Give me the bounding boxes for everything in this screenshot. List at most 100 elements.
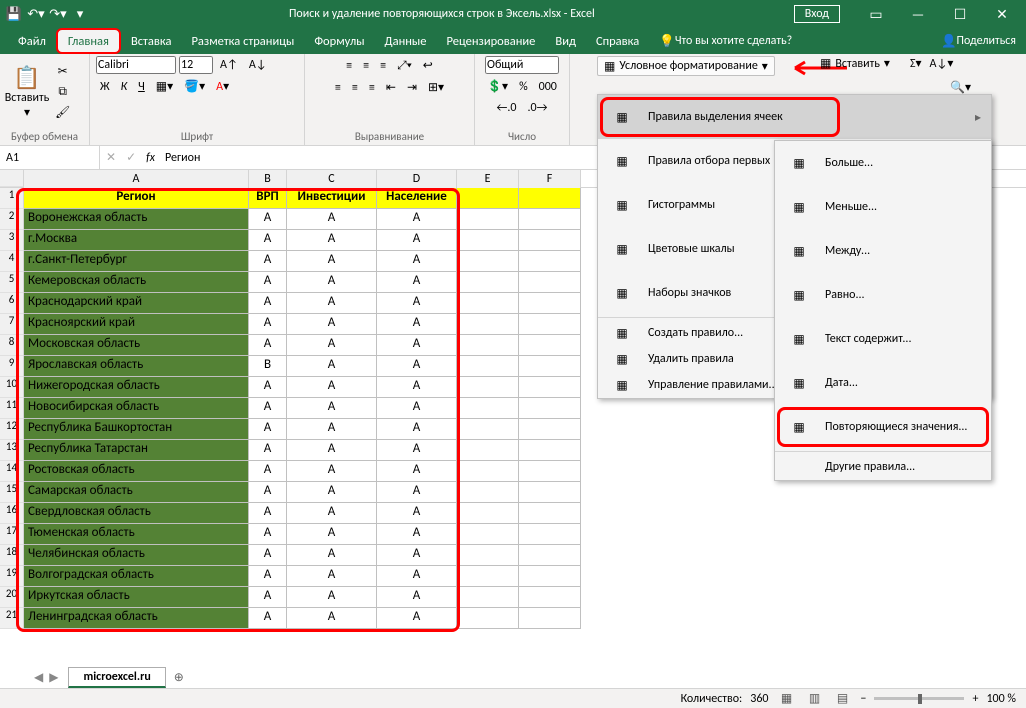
wrap-text-icon[interactable]: ↩ bbox=[419, 56, 437, 75]
share-button[interactable]: 👤 Поделиться bbox=[931, 28, 1026, 54]
borders-icon[interactable]: ▦▾ bbox=[152, 77, 177, 96]
zoom-value[interactable]: 100 % bbox=[986, 692, 1016, 706]
autosum-icon[interactable]: Σ▾ bbox=[910, 56, 922, 71]
menu-highlight-rules[interactable]: ▦ Правила выделения ячеек▸ bbox=[598, 95, 991, 139]
maximize-icon[interactable]: ☐ bbox=[940, 6, 980, 23]
table-cell[interactable]: A bbox=[249, 461, 287, 482]
table-cell[interactable]: A bbox=[377, 314, 457, 335]
table-cell[interactable]: A bbox=[377, 419, 457, 440]
fill-color-icon[interactable]: 🪣▾ bbox=[180, 77, 209, 96]
table-cell[interactable]: Красноярский край bbox=[24, 314, 249, 335]
align-middle-icon[interactable]: ≡ bbox=[359, 57, 373, 75]
table-cell[interactable]: A bbox=[377, 356, 457, 377]
table-cell[interactable]: A bbox=[287, 398, 377, 419]
percent-icon[interactable]: % bbox=[515, 78, 532, 96]
rule-between[interactable]: ▦Между... bbox=[775, 229, 991, 273]
format-painter-icon[interactable]: 🖌 bbox=[51, 103, 74, 122]
merge-icon[interactable]: ⊞▾ bbox=[424, 78, 448, 97]
sheet-tab-active[interactable]: microexcel.ru bbox=[68, 667, 165, 688]
cancel-formula-icon[interactable]: ✕ bbox=[106, 150, 116, 165]
table-cell[interactable]: A bbox=[377, 566, 457, 587]
fx-icon[interactable]: fx bbox=[146, 151, 155, 165]
table-cell[interactable]: A bbox=[377, 272, 457, 293]
font-color-icon[interactable]: A▾ bbox=[212, 77, 233, 96]
table-cell[interactable]: A bbox=[377, 335, 457, 356]
table-cell[interactable]: A bbox=[377, 377, 457, 398]
table-cell[interactable]: Нижегородская область bbox=[24, 377, 249, 398]
table-cell[interactable]: Республика Башкортостан bbox=[24, 419, 249, 440]
table-cell[interactable]: Республика Татарстан bbox=[24, 440, 249, 461]
table-cell[interactable]: A bbox=[287, 587, 377, 608]
name-box[interactable]: A1 bbox=[0, 146, 100, 169]
table-cell[interactable]: A bbox=[377, 209, 457, 230]
view-normal-icon[interactable]: ▦ bbox=[776, 691, 796, 706]
table-cell[interactable]: A bbox=[377, 293, 457, 314]
enter-formula-icon[interactable]: ✓ bbox=[126, 150, 136, 165]
tab-layout[interactable]: Разметка страницы bbox=[181, 28, 304, 54]
cut-icon[interactable]: ✂ bbox=[51, 62, 74, 81]
table-cell[interactable]: Ростовская область bbox=[24, 461, 249, 482]
table-cell[interactable]: A bbox=[249, 566, 287, 587]
table-cell[interactable]: Волгоградская область bbox=[24, 566, 249, 587]
minimize-icon[interactable]: — bbox=[898, 6, 938, 23]
tab-view[interactable]: Вид bbox=[545, 28, 586, 54]
tell-me[interactable]: 💡 Что вы хотите сделать? bbox=[649, 28, 802, 54]
table-cell[interactable]: A bbox=[249, 335, 287, 356]
table-cell[interactable]: Кемеровская область bbox=[24, 272, 249, 293]
table-cell[interactable]: A bbox=[287, 209, 377, 230]
row-header[interactable]: 21 bbox=[0, 608, 24, 629]
align-center-icon[interactable]: ≡ bbox=[348, 79, 362, 97]
sort-filter-icon[interactable]: A↓▾ bbox=[930, 56, 954, 71]
row-header[interactable]: 15 bbox=[0, 482, 24, 503]
table-cell[interactable]: A bbox=[249, 209, 287, 230]
tab-home[interactable]: Главная bbox=[56, 28, 121, 54]
redo-icon[interactable]: ↷▾ bbox=[48, 4, 68, 24]
table-cell[interactable]: A bbox=[377, 587, 457, 608]
row-header[interactable]: 1 bbox=[0, 188, 24, 209]
col-header-c[interactable]: C bbox=[287, 170, 377, 188]
table-header[interactable]: Инвестиции bbox=[287, 188, 377, 209]
table-cell[interactable]: A bbox=[377, 545, 457, 566]
table-cell[interactable]: A bbox=[377, 503, 457, 524]
paste-button[interactable]: 📋Вставить▾ bbox=[6, 60, 48, 124]
table-cell[interactable]: A bbox=[287, 314, 377, 335]
table-cell[interactable]: A bbox=[377, 461, 457, 482]
tab-file[interactable]: Файл bbox=[8, 28, 56, 54]
row-header[interactable]: 3 bbox=[0, 230, 24, 251]
orientation-icon[interactable]: ⤢▾ bbox=[393, 57, 416, 75]
row-header[interactable]: 14 bbox=[0, 461, 24, 482]
table-cell[interactable]: A bbox=[287, 293, 377, 314]
table-cell[interactable]: A bbox=[249, 419, 287, 440]
table-cell[interactable]: Новосибирская область bbox=[24, 398, 249, 419]
col-header-e[interactable]: E bbox=[457, 170, 519, 188]
table-cell[interactable]: A bbox=[249, 251, 287, 272]
decrease-font-icon[interactable]: A↓ bbox=[245, 56, 271, 74]
table-header[interactable]: Население bbox=[377, 188, 457, 209]
table-cell[interactable]: A bbox=[287, 251, 377, 272]
table-cell[interactable]: A bbox=[287, 503, 377, 524]
table-cell[interactable]: A bbox=[377, 440, 457, 461]
rule-equal[interactable]: ▦Равно... bbox=[775, 273, 991, 317]
view-pagelayout-icon[interactable]: ▥ bbox=[804, 691, 824, 706]
close-icon[interactable]: ✕ bbox=[982, 6, 1022, 23]
increase-indent-icon[interactable]: ⇥ bbox=[403, 78, 421, 97]
align-left-icon[interactable]: ≡ bbox=[331, 79, 345, 97]
italic-button[interactable]: К bbox=[117, 78, 132, 96]
table-cell[interactable]: г.Москва bbox=[24, 230, 249, 251]
row-header[interactable]: 8 bbox=[0, 335, 24, 356]
table-cell[interactable]: Краснодарский край bbox=[24, 293, 249, 314]
table-cell[interactable]: A bbox=[287, 482, 377, 503]
table-cell[interactable]: Иркутская область bbox=[24, 587, 249, 608]
rule-date[interactable]: ▦Дата... bbox=[775, 361, 991, 405]
increase-font-icon[interactable]: A↑ bbox=[216, 56, 242, 74]
row-header[interactable]: 19 bbox=[0, 566, 24, 587]
rule-less[interactable]: ▦Меньше... bbox=[775, 185, 991, 229]
bold-button[interactable]: Ж bbox=[96, 78, 114, 96]
table-cell[interactable]: A bbox=[249, 272, 287, 293]
currency-icon[interactable]: 💲▾ bbox=[483, 77, 512, 96]
col-header-b[interactable]: B bbox=[249, 170, 287, 188]
table-cell[interactable]: A bbox=[287, 272, 377, 293]
zoom-slider[interactable] bbox=[874, 697, 964, 700]
table-cell[interactable]: A bbox=[287, 545, 377, 566]
row-header[interactable]: 10 bbox=[0, 377, 24, 398]
